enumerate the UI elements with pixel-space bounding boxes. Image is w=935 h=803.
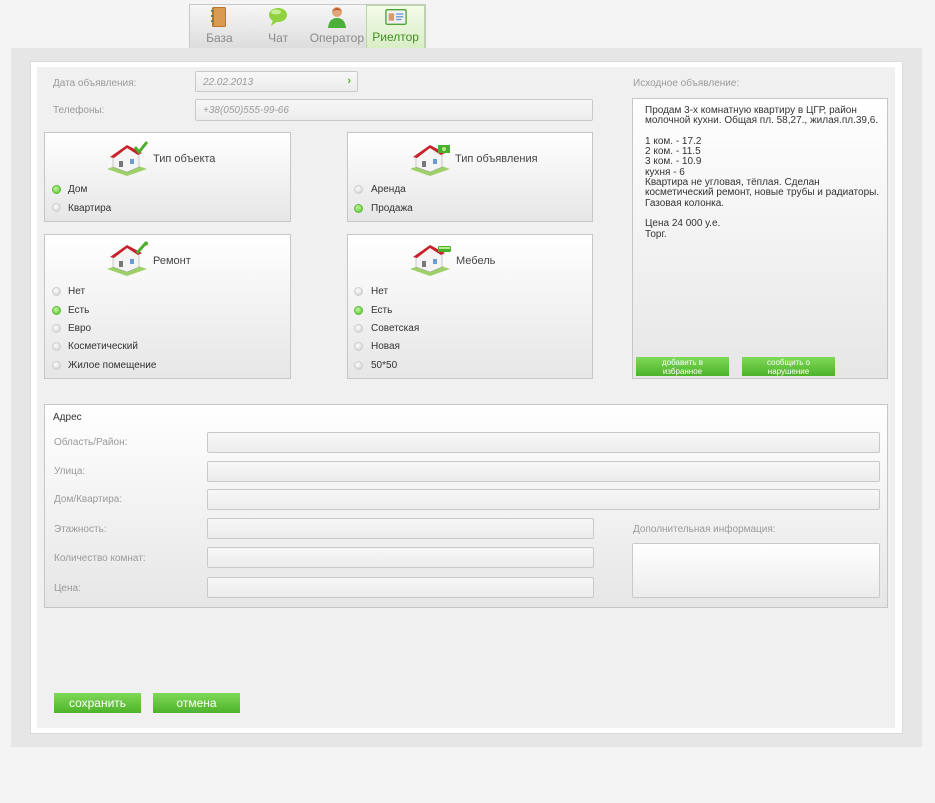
house-check-icon <box>107 141 149 176</box>
street-label: Улица: <box>54 466 86 477</box>
date-field[interactable]: 22.02.2013 › <box>195 71 358 92</box>
extra-info-textarea[interactable] <box>632 543 880 598</box>
radio-dom[interactable] <box>52 185 61 194</box>
radio-kvartira[interactable] <box>52 203 61 212</box>
option-furniture-new: Новая <box>371 341 400 352</box>
option-repair-evro: Евро <box>68 323 92 334</box>
region-label: Область/Район: <box>54 437 128 448</box>
chevron-right-icon[interactable]: › <box>347 75 351 87</box>
phones-field[interactable]: +38(050)555-99-66 <box>195 99 593 121</box>
option-furniture-net: Нет <box>371 286 389 297</box>
house-input[interactable] <box>207 489 880 510</box>
option-furniture-est: Есть <box>371 305 393 316</box>
notebook-icon <box>211 7 227 27</box>
phones-value: +38(050)555-99-66 <box>203 105 289 116</box>
option-repair-cosmetic: Косметический <box>68 341 138 352</box>
ad-type-title: Тип объявления <box>455 153 538 165</box>
option-repair-living: Жилое помещение <box>68 360 157 371</box>
option-kvartira: Квартира <box>68 203 112 214</box>
region-input[interactable] <box>207 432 880 453</box>
option-furniture-5050: 50*50 <box>371 360 398 371</box>
tab-chat[interactable]: Чат <box>249 5 308 49</box>
tab-label: Чат <box>268 31 289 45</box>
object-type-title: Тип объекта <box>153 153 216 165</box>
date-value: 22.02.2013 <box>203 77 254 88</box>
source-ad-label: Исходное объявление: <box>633 78 740 89</box>
repair-title: Ремонт <box>153 255 191 267</box>
option-furniture-soviet: Советская <box>371 323 420 334</box>
house-label: Дом/Квартира: <box>54 494 123 505</box>
source-ad-box: Продам 3-х комнатную квартиру в ЦГР, рай… <box>632 98 888 379</box>
ad-type-box: Тип объявления Аренда Продажа <box>347 132 593 222</box>
tab-label: Риелтор <box>372 30 419 44</box>
tab-label: База <box>206 31 233 45</box>
tab-operator[interactable]: Оператор <box>308 5 367 49</box>
radio-repair-evro[interactable] <box>52 324 61 333</box>
radio-furniture-est[interactable] <box>354 306 363 315</box>
tab-baza[interactable]: База <box>190 5 249 49</box>
radio-repair-est[interactable] <box>52 306 61 315</box>
option-dom: Дом <box>68 184 88 195</box>
radio-repair-cosmetic[interactable] <box>52 342 61 351</box>
floors-input[interactable] <box>207 518 594 539</box>
main-tab-bar: База Чат Оператор Риелтор <box>189 4 426 50</box>
add-favorite-button[interactable]: добавить в избранное <box>636 357 729 376</box>
radio-furniture-soviet[interactable] <box>354 324 363 333</box>
address-box: Адрес Область/Район: Улица: Дом/Квартира… <box>44 404 888 608</box>
house-money-icon <box>410 145 450 176</box>
save-button[interactable]: сохранить <box>54 693 141 713</box>
object-type-box: Тип объекта Дом Квартира <box>44 132 291 222</box>
source-ad-text: Продам 3-х комнатную квартиру в ЦГР, рай… <box>645 105 880 240</box>
price-label: Цена: <box>54 583 81 594</box>
option-prodazha: Продажа <box>371 203 413 214</box>
extra-info-label: Дополнительная информация: <box>633 524 776 535</box>
street-input[interactable] <box>207 461 880 482</box>
house-sofa-icon <box>410 245 451 276</box>
radio-arenda[interactable] <box>354 185 363 194</box>
id-card-icon <box>384 8 407 26</box>
radio-repair-living[interactable] <box>52 361 61 370</box>
option-repair-est: Есть <box>68 305 90 316</box>
rooms-label: Количество комнат: <box>54 553 146 564</box>
operator-icon <box>327 7 346 28</box>
repair-box: Ремонт Нет Есть Евро Косметический Жилое… <box>44 234 291 379</box>
option-repair-net: Нет <box>68 286 86 297</box>
rooms-input[interactable] <box>207 547 594 568</box>
furniture-box: Мебель Нет Есть Советская Новая 50*50 <box>347 234 593 379</box>
radio-repair-net[interactable] <box>52 287 61 296</box>
furniture-title: Мебель <box>456 255 496 267</box>
phones-label: Телефоны: <box>53 105 105 116</box>
radio-prodazha[interactable] <box>354 204 363 213</box>
date-label: Дата объявления: <box>53 78 137 89</box>
report-violation-button[interactable]: сообщить о нарушение <box>742 357 835 376</box>
option-arenda: Аренда <box>371 184 406 195</box>
chat-bubble-icon <box>269 8 288 26</box>
address-title: Адрес <box>53 412 82 423</box>
house-brush-icon <box>107 241 148 276</box>
radio-furniture-5050[interactable] <box>354 361 363 370</box>
floors-label: Этажность: <box>54 524 107 535</box>
radio-furniture-new[interactable] <box>354 342 363 351</box>
tab-realtor[interactable]: Риелтор <box>366 5 425 49</box>
tab-label: Оператор <box>309 31 365 45</box>
radio-furniture-net[interactable] <box>354 287 363 296</box>
cancel-button[interactable]: отмена <box>153 693 240 713</box>
price-input[interactable] <box>207 577 594 598</box>
